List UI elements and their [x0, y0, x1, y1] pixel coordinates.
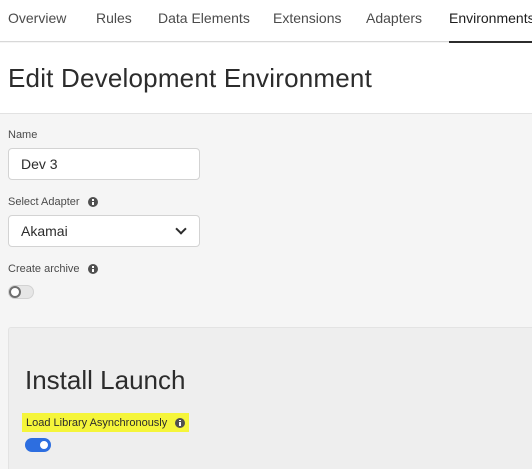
- name-label-text: Name: [8, 129, 38, 141]
- adapter-select[interactable]: Akamai: [8, 215, 200, 247]
- info-icon[interactable]: [175, 417, 186, 428]
- toggle-knob: [9, 286, 21, 298]
- chevron-down-icon: [175, 223, 187, 235]
- adapter-label: Select Adapter: [8, 196, 98, 208]
- page-title: Edit Development Environment: [8, 63, 373, 93]
- name-label: Name: [8, 129, 37, 141]
- install-title: Install Launch: [25, 365, 186, 395]
- tab-adapters[interactable]: Adapters: [366, 0, 422, 42]
- tab-extensions[interactable]: Extensions: [273, 0, 341, 42]
- tab-overview[interactable]: Overview: [8, 0, 66, 42]
- install-panel: [8, 327, 532, 469]
- load-async-label: Load Library Asynchronously: [22, 413, 190, 432]
- name-field[interactable]: Dev 3: [8, 148, 200, 180]
- archive-label: Create archive: [8, 263, 98, 275]
- adapter-label-text: Select Adapter: [8, 196, 80, 208]
- info-icon[interactable]: [87, 264, 98, 274]
- adapter-select-value: Akamai: [21, 223, 68, 239]
- tab-data-elements[interactable]: Data Elements: [158, 0, 250, 42]
- page-header: Edit Development Environment: [0, 43, 532, 114]
- toggle-knob: [38, 439, 50, 451]
- tab-rules[interactable]: Rules: [96, 0, 132, 42]
- archive-label-text: Create archive: [8, 263, 80, 275]
- info-icon[interactable]: [87, 197, 98, 207]
- create-archive-toggle[interactable]: [8, 285, 34, 299]
- load-async-toggle[interactable]: [25, 438, 51, 452]
- tab-environments[interactable]: Environments: [449, 0, 532, 43]
- load-async-label-text: Load Library Asynchronously: [26, 416, 168, 429]
- top-nav: Overview Rules Data Elements Extensions …: [0, 0, 532, 43]
